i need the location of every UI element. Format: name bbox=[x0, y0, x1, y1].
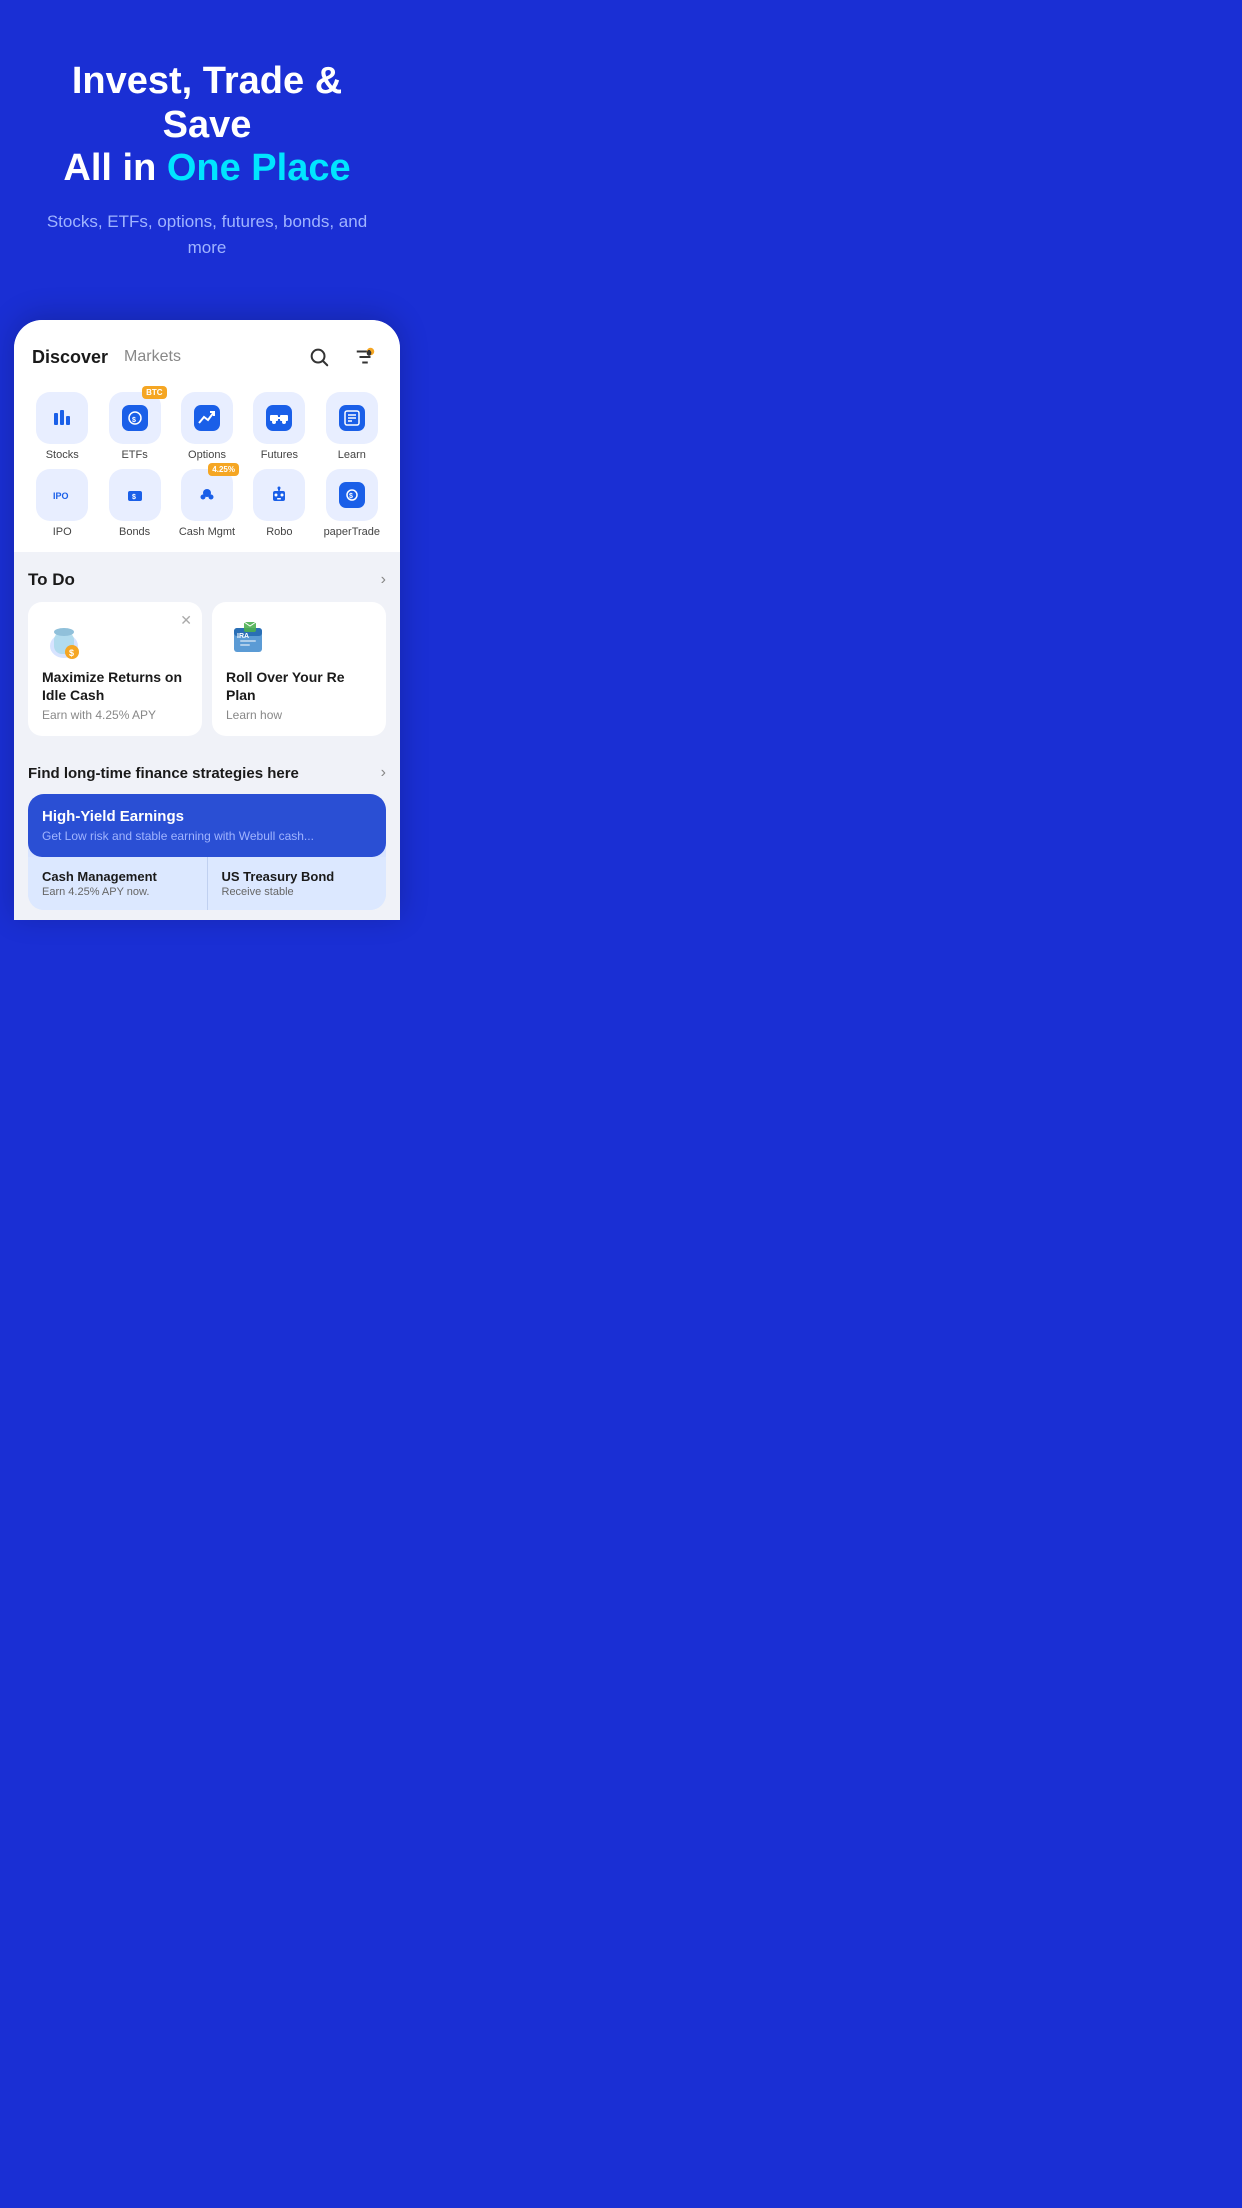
todo-card-close[interactable]: ✕ bbox=[180, 612, 192, 629]
bonds-label: Bonds bbox=[119, 526, 150, 538]
strategy-highlight-title: High-Yield Earnings bbox=[42, 808, 372, 825]
futures-icon-item[interactable]: Futures bbox=[245, 392, 313, 461]
phone-card: Discover Markets $ bbox=[14, 320, 400, 920]
svg-text:$: $ bbox=[349, 493, 353, 500]
ira-icon: IRA bbox=[226, 616, 270, 660]
strategy-treasury-title: US Treasury Bond bbox=[222, 869, 373, 884]
papertrade-icon-item[interactable]: $ paperTrade bbox=[318, 469, 386, 538]
strategy-treasury-sub: Receive stable bbox=[222, 886, 373, 898]
svg-text:IPO: IPO bbox=[53, 491, 69, 501]
robo-label: Robo bbox=[266, 526, 292, 538]
futures-label: Futures bbox=[261, 449, 298, 461]
todo-card2-sub: Learn how bbox=[226, 708, 372, 722]
bonds-icon-item[interactable]: $ Bonds bbox=[100, 469, 168, 538]
futures-icon-btn[interactable] bbox=[253, 392, 305, 444]
strategy-treasury[interactable]: US Treasury Bond Receive stable bbox=[208, 857, 387, 910]
tab-markets[interactable]: Markets bbox=[124, 348, 181, 366]
etfs-label: ETFs bbox=[121, 449, 147, 461]
card-tabs: Discover Markets bbox=[32, 347, 181, 368]
strategy-cash-sub: Earn 4.25% APY now. bbox=[42, 886, 193, 898]
cashmgmt-label: Cash Mgmt bbox=[179, 526, 235, 538]
strategy-bottom-row: Cash Management Earn 4.25% APY now. US T… bbox=[28, 857, 386, 910]
strategy-cash-mgmt[interactable]: Cash Management Earn 4.25% APY now. bbox=[28, 857, 208, 910]
robo-icon-btn[interactable] bbox=[253, 469, 305, 521]
todo-title: To Do bbox=[28, 570, 75, 590]
options-label: Options bbox=[188, 449, 226, 461]
svg-text:IRA: IRA bbox=[237, 633, 249, 640]
learn-icon-item[interactable]: Learn bbox=[318, 392, 386, 461]
cashmgmt-icon-btn[interactable]: 4.25% bbox=[181, 469, 233, 521]
strategies-title: Find long-time finance strategies here bbox=[28, 765, 299, 782]
bonds-icon-btn[interactable]: $ bbox=[109, 469, 161, 521]
strategy-highlight-sub: Get Low risk and stable earning with Web… bbox=[42, 829, 372, 843]
tab-discover[interactable]: Discover bbox=[32, 347, 108, 368]
ipo-icon-btn[interactable]: IPO bbox=[36, 469, 88, 521]
cashmgmt-icon-item[interactable]: 4.25% Cash Mgmt bbox=[173, 469, 241, 538]
btc-badge: BTC bbox=[142, 386, 166, 399]
options-icon-item[interactable]: Options bbox=[173, 392, 241, 461]
etfs-icon-btn[interactable]: BTC $ bbox=[109, 392, 161, 444]
card-header: Discover Markets $ bbox=[14, 320, 400, 382]
todo-section: To Do › ✕ $ Maximize Returns on Idle bbox=[14, 552, 400, 746]
strategies-chevron[interactable]: › bbox=[381, 764, 386, 782]
ipo-label: IPO bbox=[53, 526, 72, 538]
svg-text:$: $ bbox=[132, 494, 136, 501]
stocks-label: Stocks bbox=[46, 449, 79, 461]
strategy-highlight[interactable]: High-Yield Earnings Get Low risk and sta… bbox=[28, 794, 386, 857]
etfs-icon-item[interactable]: BTC $ ETFs bbox=[100, 392, 168, 461]
todo-card2-title: Roll Over Your Re Plan bbox=[226, 668, 372, 704]
icon-grid: Stocks BTC $ ETFs bbox=[28, 392, 386, 538]
todo-card-cash[interactable]: ✕ $ Maximize Returns on Idle Cash Earn w… bbox=[28, 602, 202, 736]
filter-button[interactable]: $ bbox=[348, 340, 382, 374]
learn-icon-btn[interactable] bbox=[326, 392, 378, 444]
strategies-header: Find long-time finance strategies here › bbox=[28, 764, 386, 782]
svg-text:$: $ bbox=[132, 417, 136, 424]
search-button[interactable] bbox=[302, 340, 336, 374]
icons-section: Stocks BTC $ ETFs bbox=[14, 382, 400, 552]
strategy-cash-title: Cash Management bbox=[42, 869, 193, 884]
todo-card1-sub: Earn with 4.25% APY bbox=[42, 708, 188, 722]
strategies-card-container: High-Yield Earnings Get Low risk and sta… bbox=[28, 794, 386, 910]
papertrade-label: paperTrade bbox=[324, 526, 380, 538]
hero-title-line1: Invest, Trade & Save bbox=[30, 60, 384, 147]
todo-card-ira[interactable]: IRA Roll Over Your Re Plan Learn how bbox=[212, 602, 386, 736]
hero-title-accent: One Place bbox=[167, 147, 351, 189]
todo-card1-title: Maximize Returns on Idle Cash bbox=[42, 668, 188, 704]
header-icons: $ bbox=[302, 340, 382, 374]
stocks-icon-item[interactable]: Stocks bbox=[28, 392, 96, 461]
stocks-icon-btn[interactable] bbox=[36, 392, 88, 444]
options-icon-btn[interactable] bbox=[181, 392, 233, 444]
todo-section-header: To Do › bbox=[28, 570, 386, 590]
hero-section: Invest, Trade & Save All in One Place St… bbox=[0, 0, 414, 300]
learn-label: Learn bbox=[338, 449, 366, 461]
todo-chevron[interactable]: › bbox=[381, 571, 386, 589]
todo-cards: ✕ $ Maximize Returns on Idle Cash Earn w… bbox=[28, 602, 386, 736]
cash-jar-icon: $ bbox=[42, 616, 86, 660]
svg-text:$: $ bbox=[69, 648, 74, 658]
hero-title-line2: All in One Place bbox=[30, 147, 384, 191]
ipo-icon-item[interactable]: IPO IPO bbox=[28, 469, 96, 538]
hero-subtitle: Stocks, ETFs, options, futures, bonds, a… bbox=[30, 209, 384, 260]
strategies-section: Find long-time finance strategies here ›… bbox=[14, 746, 400, 920]
papertrade-icon-btn[interactable]: $ bbox=[326, 469, 378, 521]
robo-icon-item[interactable]: Robo bbox=[245, 469, 313, 538]
apy-badge: 4.25% bbox=[208, 463, 239, 476]
